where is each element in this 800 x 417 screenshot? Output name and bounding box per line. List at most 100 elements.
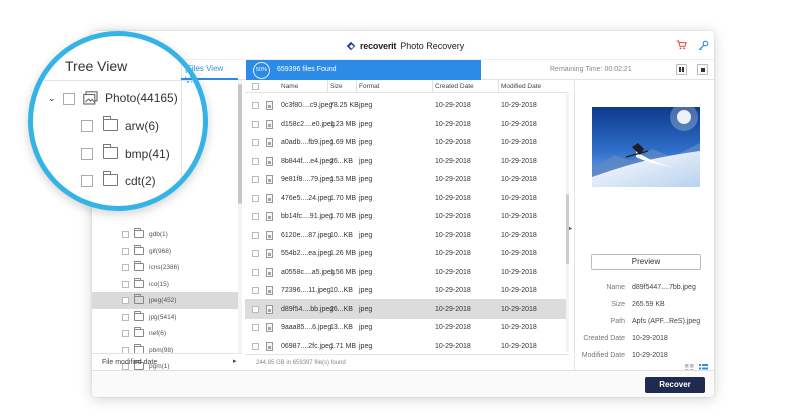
tree-item-checkbox[interactable] bbox=[81, 147, 93, 160]
cell-size: 13...KB bbox=[330, 324, 353, 331]
table-row[interactable]: 72396....11.jpeg 10...KB jpeg 10-29-2018 10-… bbox=[245, 280, 569, 300]
row-checkbox[interactable] bbox=[252, 250, 259, 257]
table-row[interactable]: 8b844f....e4.jpeg 26...KB jpeg 10-29-2018 10… bbox=[245, 151, 569, 171]
column-created-date[interactable]: Created Date bbox=[435, 83, 474, 90]
tree-item[interactable]: ico(15) bbox=[92, 276, 238, 293]
chevron-down-icon[interactable]: ⌄ bbox=[48, 93, 56, 104]
cell-format: jpeg bbox=[359, 342, 373, 350]
tree-item-checkbox[interactable] bbox=[122, 247, 129, 255]
tree-item[interactable]: jpg(5414) bbox=[92, 309, 238, 326]
table-row[interactable]: a0558c....a5.jpeg 1.56 MB jpeg 10-29-2018 10… bbox=[245, 262, 569, 282]
table-row[interactable]: d158c2....e0.jpeg 1.23 MB jpeg 10-29-2018 10… bbox=[245, 114, 569, 134]
app-subtitle: Photo Recovery bbox=[400, 41, 465, 51]
select-all-checkbox[interactable] bbox=[252, 83, 259, 90]
tree-item[interactable]: nef(6) bbox=[92, 325, 238, 342]
cell-modified: 10-29-2018 bbox=[501, 342, 537, 350]
detail-value: Apfs (APF...ReS).jpeg bbox=[632, 318, 701, 325]
recover-button[interactable]: Recover bbox=[645, 377, 705, 393]
table-row[interactable]: 9e81f8....79.jpeg 1.53 MB jpeg 10-29-2018 10… bbox=[245, 169, 569, 189]
tree-root-checkbox[interactable] bbox=[63, 93, 75, 105]
tree-item-checkbox[interactable] bbox=[81, 175, 93, 187]
key-icon[interactable] bbox=[697, 40, 709, 52]
detail-value: d89f5447....7bb.jpeg bbox=[632, 284, 696, 291]
row-checkbox[interactable] bbox=[252, 324, 259, 331]
collapse-preview-arrow-icon[interactable]: ▸ bbox=[569, 225, 572, 232]
row-checkbox[interactable] bbox=[252, 231, 259, 239]
tree-item[interactable]: gdb(1) bbox=[92, 226, 238, 243]
cell-name: bb14fc....91.jpeg bbox=[281, 213, 333, 220]
image-file-icon bbox=[266, 230, 273, 240]
image-file-icon bbox=[266, 249, 273, 258]
tree-item-checkbox[interactable] bbox=[122, 231, 129, 238]
table-row[interactable]: 0c3f80....c9.jpeg 78.25 KB jpeg 10-29-2018 1… bbox=[245, 95, 569, 115]
pause-button[interactable] bbox=[676, 64, 687, 75]
preview-panel: Preview Name d89f5447....7bb.jpeg Size 265.… bbox=[574, 80, 714, 373]
cell-modified: 10-29-2018 bbox=[501, 176, 537, 183]
tree-item-checkbox[interactable] bbox=[122, 297, 129, 304]
tree-scrollbar-thumb[interactable] bbox=[238, 84, 242, 204]
grid-view-icon[interactable] bbox=[685, 360, 694, 373]
cell-created: 10-29-2018 bbox=[435, 305, 471, 313]
cell-created: 10-29-2018 bbox=[435, 213, 471, 220]
cell-modified: 10-29-2018 bbox=[501, 231, 537, 239]
tree-item[interactable]: jpeg(452) bbox=[92, 292, 238, 309]
cart-icon[interactable] bbox=[675, 40, 687, 52]
cell-modified: 10-29-2018 bbox=[501, 268, 537, 276]
table-row[interactable]: 554b2....ea.jpeg 1.26 MB jpeg 10-29-2018 10-… bbox=[245, 243, 569, 263]
table-row[interactable]: 9aaa85....6.jpeg 13...KB jpeg 10-29-2018 10-… bbox=[245, 317, 569, 337]
table-row[interactable]: bb14fc....91.jpeg 1.70 MB jpeg 10-29-2018 10… bbox=[245, 206, 569, 226]
tree-item-checkbox[interactable] bbox=[122, 330, 129, 337]
cell-modified: 10-29-2018 bbox=[501, 213, 537, 220]
tree-scrollbar[interactable] bbox=[238, 80, 242, 354]
row-checkbox[interactable] bbox=[252, 305, 259, 313]
row-checkbox[interactable] bbox=[252, 213, 259, 220]
preview-button[interactable]: Preview bbox=[591, 254, 701, 270]
image-file-icon bbox=[266, 267, 273, 277]
table-row[interactable]: 06987....2fc.jpeg 1.71 MB jpeg 10-29-2018 10… bbox=[245, 336, 569, 356]
tree-item[interactable]: cdt(2) bbox=[33, 168, 203, 194]
list-view-icon[interactable] bbox=[699, 360, 708, 373]
tree-item-checkbox[interactable] bbox=[122, 280, 129, 288]
cell-created: 10-29-2018 bbox=[435, 231, 471, 239]
tree-item-checkbox[interactable] bbox=[122, 264, 129, 271]
stop-button[interactable] bbox=[697, 64, 708, 75]
cell-size: 1.53 MB bbox=[330, 176, 357, 183]
column-modified-date[interactable]: Modified Date bbox=[501, 83, 541, 90]
tree-item[interactable]: arw(6) bbox=[33, 113, 203, 139]
table-scrollbar[interactable] bbox=[566, 94, 569, 352]
sort-by-selector[interactable]: File modified date ▸ bbox=[92, 353, 242, 370]
cell-name: 476e5....24.jpeg bbox=[281, 194, 332, 202]
cell-created: 10-29-2018 bbox=[435, 324, 471, 331]
detail-value: 265.59 KB bbox=[632, 301, 665, 308]
row-checkbox[interactable] bbox=[252, 176, 259, 183]
table-row[interactable]: 6120e....87.jpeg 10...KB jpeg 10-29-2018 10-… bbox=[245, 225, 569, 245]
tree-item-label: bmp(41) bbox=[125, 146, 170, 161]
stop-icon bbox=[700, 67, 705, 72]
row-checkbox[interactable] bbox=[252, 342, 259, 350]
table-row[interactable]: d89f54....bb.jpeg 26...KB jpeg 10-29-2018 10… bbox=[245, 298, 569, 319]
table-row[interactable]: 476e5....24.jpeg 1.70 MB jpeg 10-29-2018 10-… bbox=[245, 188, 569, 208]
detail-value: 10-29-2018 bbox=[632, 352, 668, 359]
row-checkbox[interactable] bbox=[252, 102, 259, 109]
table-row[interactable]: a0adb....fb9.jpeg 1.69 MB jpeg 10-29-2018 10… bbox=[245, 132, 569, 152]
column-size[interactable]: Size bbox=[330, 83, 343, 90]
column-format[interactable]: Format bbox=[359, 83, 380, 90]
tree-root-photo[interactable]: ⌄ Photo(44165) bbox=[33, 86, 203, 112]
column-name[interactable]: Name bbox=[281, 83, 298, 90]
tree-item-checkbox[interactable] bbox=[81, 120, 93, 132]
row-checkbox[interactable] bbox=[252, 268, 259, 276]
row-checkbox[interactable] bbox=[252, 139, 259, 146]
tree-item-label: jpg(5414) bbox=[149, 313, 177, 321]
cell-modified: 10-29-2018 bbox=[501, 139, 537, 146]
row-checkbox[interactable] bbox=[252, 194, 259, 202]
image-file-icon bbox=[266, 119, 273, 129]
row-checkbox[interactable] bbox=[252, 287, 259, 294]
tree-item[interactable]: gif(968) bbox=[92, 243, 238, 260]
sort-by-label: File modified date bbox=[102, 359, 158, 366]
cell-format: jpeg bbox=[359, 287, 373, 294]
tree-item[interactable]: bmp(41) bbox=[33, 141, 203, 167]
tree-item[interactable]: icns(2386) bbox=[92, 259, 238, 276]
tree-item-checkbox[interactable] bbox=[122, 313, 129, 321]
row-checkbox[interactable] bbox=[252, 157, 259, 165]
row-checkbox[interactable] bbox=[252, 120, 259, 128]
